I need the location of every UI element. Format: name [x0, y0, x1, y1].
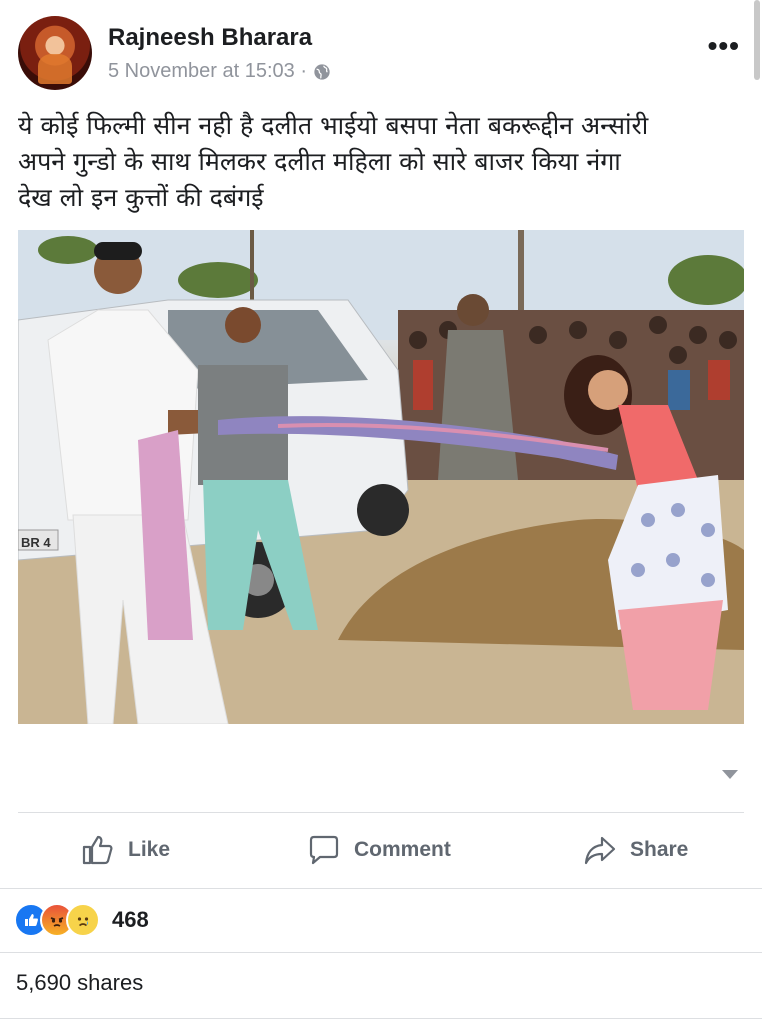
share-arrow-icon	[584, 836, 616, 865]
reaction-count: 468	[112, 907, 149, 932]
thumbs-up-icon	[82, 835, 113, 865]
shares-count[interactable]: 5,690 shares	[16, 970, 143, 996]
comment-button[interactable]: Comment	[306, 830, 451, 870]
license-plate-text: BR 4	[21, 535, 51, 550]
post-text-line: अपने गुन्डो के साथ मिलकर दलीत महिला को स…	[18, 147, 621, 176]
comment-bubble-icon	[309, 835, 339, 865]
divider	[0, 888, 762, 889]
scrollbar[interactable]	[754, 0, 760, 80]
more-options-button[interactable]: •••	[708, 30, 740, 62]
divider	[0, 952, 762, 953]
author-name[interactable]: Rajneesh Bharara	[108, 24, 312, 52]
post-photo[interactable]: BR 4	[18, 230, 744, 724]
post-header: Rajneesh Bharara 5 November at 15:03 · •…	[0, 0, 762, 100]
divider	[0, 1018, 762, 1019]
post-text-line: ये कोई फिल्मी सीन नही है दलीत भाईयो बसपा…	[18, 111, 649, 140]
sad-reaction-icon	[66, 903, 100, 937]
post-meta: 5 November at 15:03 ·	[108, 60, 331, 83]
globe-icon	[313, 63, 331, 81]
post-text-line: देख लो इन कुत्तों की दबंगई	[18, 183, 264, 212]
comment-label: Comment	[354, 838, 451, 861]
author-avatar[interactable]	[18, 16, 92, 90]
divider	[18, 812, 744, 813]
like-label: Like	[128, 838, 171, 861]
reactions-summary[interactable]: 468	[14, 902, 149, 938]
share-label: Share	[630, 838, 689, 861]
caret-down-icon[interactable]	[722, 770, 738, 779]
post-timestamp[interactable]: 5 November at 15:03 ·	[108, 60, 307, 83]
post-actions-bar: Like Comment Share	[0, 820, 762, 880]
like-button[interactable]: Like	[80, 830, 170, 870]
share-button[interactable]: Share	[582, 830, 688, 870]
photo-illustration: BR 4	[18, 230, 744, 724]
post-text: ये कोई फिल्मी सीन नही है दलीत भाईयो बसपा…	[18, 108, 744, 216]
